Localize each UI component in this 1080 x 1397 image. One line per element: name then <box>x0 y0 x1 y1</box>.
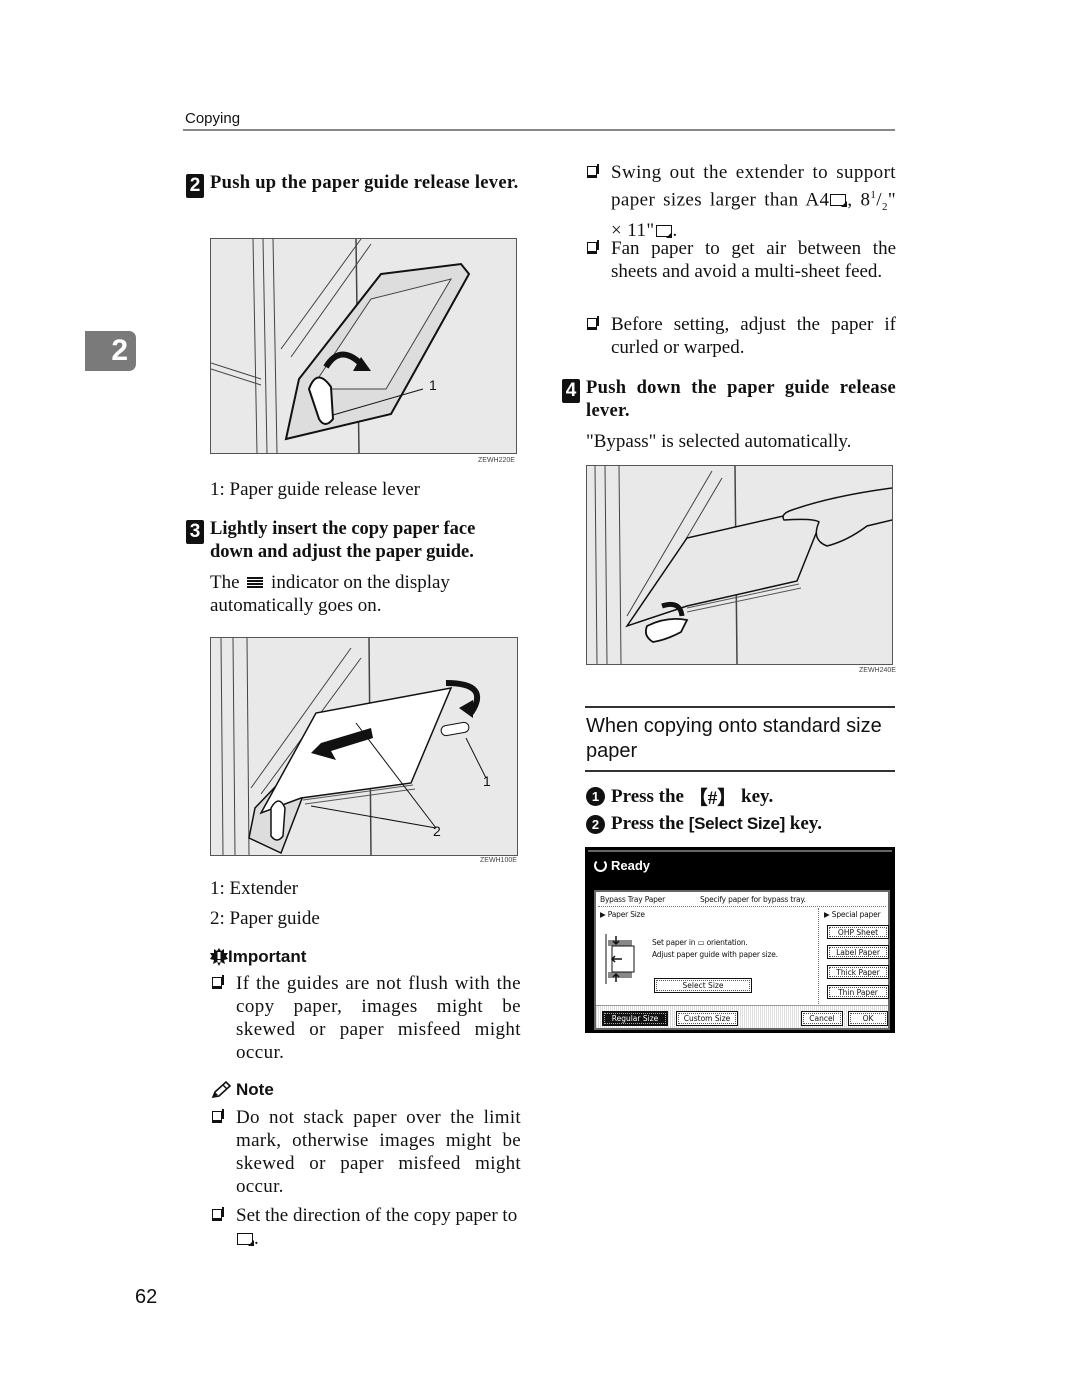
callout-2: 2 <box>433 823 441 839</box>
lcd-instruction: Specify paper for bypass tray. <box>700 895 806 904</box>
illustration-paper-guide-lever-down <box>586 465 893 665</box>
page-number: 62 <box>135 1286 158 1308</box>
figure-code: ZEWH100E <box>480 857 517 864</box>
figure-legend-item: 2: Paper guide <box>210 908 320 929</box>
figure-code: ZEWH220E <box>478 457 515 464</box>
running-header: Copying <box>185 110 241 127</box>
chapter-tab: 2 <box>85 331 136 371</box>
paper-guide-diagram-icon <box>605 934 635 984</box>
tip-item: Swing out the extender to support paper … <box>585 161 896 242</box>
illustration-insert-paper: 1 2 <box>210 637 518 856</box>
tip-item: Fan paper to get air between the sheets … <box>585 237 896 283</box>
step-3: 3 Lightly insert the copy paper face dow… <box>186 518 520 564</box>
select-size-key: [Select Size] <box>688 814 786 833</box>
step-number: 2 <box>186 174 204 198</box>
note-item: Set the direction of the copy paper to . <box>210 1204 521 1250</box>
paper-stack-indicator-icon <box>247 577 264 588</box>
figure-legend: 1: Paper guide release lever <box>210 479 420 500</box>
lcd-column-divider <box>818 908 819 1004</box>
checkbox-bullet-icon <box>212 975 224 989</box>
checkbox-bullet-icon <box>587 164 599 178</box>
substep-number: 1 <box>586 787 605 806</box>
step-title: Push up the paper guide release lever. <box>210 173 519 193</box>
step-number: 3 <box>186 520 204 544</box>
lcd-tab-regular-size[interactable]: Regular Size <box>602 1011 668 1026</box>
lcd-ohp-sheet-button[interactable]: OHP Sheet <box>827 925 889 939</box>
step-4: 4 Push down the paper guide release leve… <box>562 377 896 423</box>
step-title: Push down the paper guide release lever. <box>586 378 896 421</box>
callout-1: 1 <box>483 773 491 789</box>
paper-orientation-icon <box>237 1233 254 1246</box>
lcd-cancel-button[interactable]: Cancel <box>801 1011 843 1026</box>
step-title: Lightly insert the copy paper face down … <box>210 519 476 562</box>
note-item: Do not stack paper over the limit mark, … <box>210 1106 521 1198</box>
lcd-paper-size-label: ▶ Paper Size <box>600 910 645 919</box>
lcd-divider <box>598 906 886 907</box>
checkbox-bullet-icon <box>587 316 599 330</box>
section-rule-top <box>585 706 895 708</box>
lcd-select-size-button[interactable]: Select Size <box>654 978 752 993</box>
lcd-title: Bypass Tray Paper <box>600 895 665 904</box>
substep-number: 2 <box>586 814 605 834</box>
lcd-special-paper-label: ▶ Special paper <box>824 910 881 919</box>
lcd-message-line2: Adjust paper guide with paper size. <box>652 950 778 959</box>
illustration-paper-guide-lever-up: 1 <box>210 238 517 454</box>
lcd-thick-paper-button[interactable]: Thick Paper <box>827 965 889 979</box>
checkbox-bullet-icon <box>587 240 599 254</box>
figure-legend-item: 1: Extender <box>210 878 299 899</box>
step-number: 4 <box>562 379 580 403</box>
lcd-message-line1: Set paper in ▭ orientation. <box>652 938 748 947</box>
checkbox-bullet-icon <box>212 1109 224 1123</box>
step-2: 2 Push up the paper guide release lever. <box>186 172 520 198</box>
header-rule <box>183 129 895 131</box>
lcd-thin-paper-button[interactable]: Thin Paper <box>827 985 889 999</box>
paper-orientation-icon <box>830 194 847 207</box>
important-heading: Important <box>210 947 306 967</box>
substep-1: 1 Press the 【#】 key. <box>586 783 773 810</box>
section-rule-bottom <box>585 770 895 772</box>
step-4-body: "Bypass" is selected automatically. <box>586 431 852 452</box>
bypass-tray-paper-illustration <box>220 638 487 855</box>
lcd-display: Ready Bypass Tray Paper Specify paper fo… <box>585 847 895 1033</box>
bypass-tray-hand-illustration <box>594 466 892 664</box>
substep-2: 2 Press the [Select Size] key. <box>586 813 822 835</box>
checkbox-bullet-icon <box>212 1207 224 1221</box>
lcd-ok-button[interactable]: OK <box>848 1011 888 1026</box>
hash-key: 【#】 <box>688 788 737 809</box>
lcd-label-paper-button[interactable]: Label Paper <box>827 945 889 959</box>
section-title: When copying onto standard size paper <box>586 715 882 762</box>
tip-item: Before setting, adjust the paper if curl… <box>585 313 896 359</box>
lcd-status: Ready <box>594 858 650 873</box>
callout-1: 1 <box>429 377 437 393</box>
pencil-icon <box>211 1081 232 1099</box>
note-heading: Note <box>210 1080 274 1100</box>
bypass-tray-illustration <box>211 239 471 453</box>
paper-orientation-icon <box>655 225 673 238</box>
lcd-tab-custom-size[interactable]: Custom Size <box>676 1011 738 1026</box>
step-3-body: The indicator on the display automatical… <box>210 572 450 616</box>
figure-code: ZEWH240E <box>859 667 896 674</box>
lcd-panel: Bypass Tray Paper Specify paper for bypa… <box>594 890 890 1030</box>
ready-icon <box>594 859 607 872</box>
important-icon <box>210 948 228 966</box>
important-item: If the guides are not flush with the cop… <box>210 972 521 1064</box>
